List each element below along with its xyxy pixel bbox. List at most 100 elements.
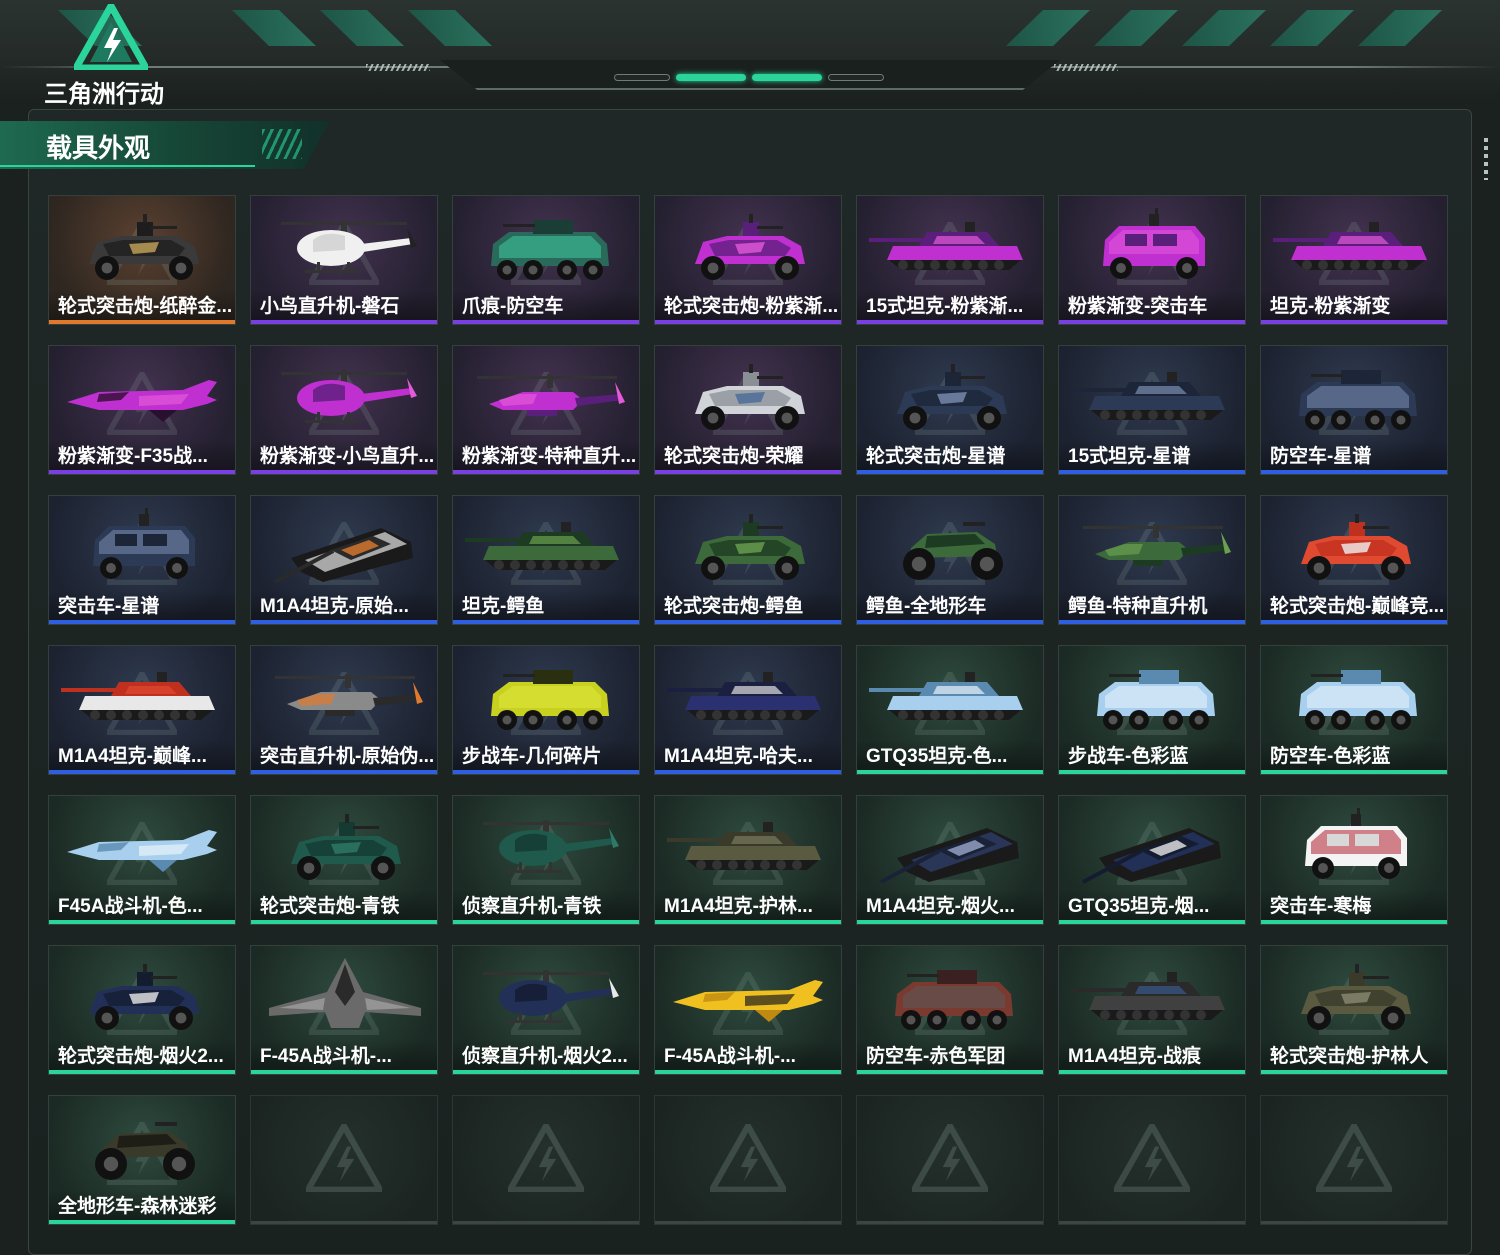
skin-card[interactable]: M1A4坦克-原始...	[250, 495, 438, 625]
skin-name: 粉紫渐变-特种直升...	[462, 446, 637, 467]
header-stripe	[1006, 10, 1090, 46]
vehicle-attack-heli-icon	[463, 352, 631, 444]
skin-name: M1A4坦克-护林...	[664, 896, 813, 917]
skin-card[interactable]: 轮式突击炮-鳄鱼	[654, 495, 842, 625]
rarity-bar	[857, 920, 1043, 924]
skin-card[interactable]: F-45A战斗机-...	[250, 945, 438, 1075]
skin-card[interactable]: 突击车-星谱	[48, 495, 236, 625]
vehicle-image	[281, 370, 417, 423]
skin-card[interactable]: M1A4坦克-哈夫...	[654, 645, 842, 775]
header-stripe	[1358, 10, 1442, 46]
rarity-bar	[251, 320, 437, 324]
skin-card[interactable]: 防空车-赤色军团	[856, 945, 1044, 1075]
delta-watermark-icon	[504, 1120, 588, 1194]
vehicle-helicopter-icon	[463, 802, 631, 894]
skin-card[interactable]: M1A4坦克-战痕	[1058, 945, 1246, 1075]
skin-card[interactable]: 轮式突击炮-巅峰竞...	[1260, 495, 1448, 625]
rarity-bar	[1261, 920, 1447, 924]
page-indicator	[614, 74, 670, 81]
vehicle-image	[61, 672, 215, 720]
skin-card[interactable]: 步战车-几何碎片	[452, 645, 640, 775]
skin-card[interactable]: 粉紫渐变-特种直升...	[452, 345, 640, 475]
skin-card[interactable]: 突击直升机-原始伪...	[250, 645, 438, 775]
vehicle-image	[695, 364, 805, 430]
header-center-plate	[440, 60, 1060, 90]
scrollbar-handle[interactable]	[1484, 138, 1488, 180]
skin-card[interactable]: 坦克-粉紫渐变	[1260, 195, 1448, 325]
logo-text: 三角洲行动	[44, 81, 164, 108]
rarity-bar	[1261, 470, 1447, 474]
vehicle-armored-car-icon	[665, 352, 833, 444]
skin-card[interactable]: 防空车-星谱	[1260, 345, 1448, 475]
skin-card[interactable]: 侦察直升机-烟火2...	[452, 945, 640, 1075]
vehicle-jet-front-icon	[261, 952, 429, 1044]
skin-card[interactable]: 轮式突击炮-护林人	[1260, 945, 1448, 1075]
vehicle-image	[1071, 372, 1225, 420]
skin-card[interactable]: 轮式突击炮-粉紫渐...	[654, 195, 842, 325]
skin-card[interactable]: 坦克-鳄鱼	[452, 495, 640, 625]
skin-card[interactable]: 爪痕-防空车	[452, 195, 640, 325]
skin-name: 粉紫渐变-突击车	[1068, 296, 1208, 317]
vehicle-armored-car-icon	[59, 952, 227, 1044]
vehicle-image	[491, 670, 609, 730]
empty-slot	[654, 1095, 842, 1225]
rarity-bar	[251, 1070, 437, 1074]
skin-card[interactable]: 轮式突击炮-纸醉金...	[48, 195, 236, 325]
vehicle-image	[477, 374, 625, 416]
skin-card[interactable]: 轮式突击炮-星谱	[856, 345, 1044, 475]
rarity-bar	[49, 620, 235, 624]
slot-bar	[1261, 1221, 1447, 1224]
skin-card[interactable]: 粉紫渐变-F35战...	[48, 345, 236, 475]
skin-card[interactable]: GTQ35坦克-烟...	[1058, 795, 1246, 925]
skin-name: M1A4坦克-烟火...	[866, 896, 1015, 917]
skin-name: F-45A战斗机-...	[260, 1046, 392, 1067]
skin-card[interactable]: 防空车-色彩蓝	[1260, 645, 1448, 775]
vehicle-image	[1071, 972, 1225, 1020]
skin-card[interactable]: M1A4坦克-烟火...	[856, 795, 1044, 925]
skin-name: 轮式突击炮-巅峰竞...	[1270, 596, 1445, 617]
skin-card[interactable]: 轮式突击炮-荣耀	[654, 345, 842, 475]
skin-card[interactable]: F-45A战斗机-...	[654, 945, 842, 1075]
skin-card[interactable]: 全地形车-森林迷彩	[48, 1095, 236, 1225]
skin-card[interactable]: 粉紫渐变-小鸟直升...	[250, 345, 438, 475]
skin-card[interactable]: 鳄鱼-全地形车	[856, 495, 1044, 625]
skin-card[interactable]: 轮式突击炮-青铁	[250, 795, 438, 925]
skin-card[interactable]: 突击车-寒梅	[1260, 795, 1448, 925]
rarity-bar	[49, 770, 235, 774]
page-indicator-active[interactable]	[676, 74, 746, 81]
skin-card[interactable]: 15式坦克-星谱	[1058, 345, 1246, 475]
page-indicator-active-2[interactable]	[752, 74, 822, 81]
skin-name: 轮式突击炮-粉紫渐...	[664, 296, 839, 317]
delta-watermark-icon	[1110, 1120, 1194, 1194]
skin-card[interactable]: M1A4坦克-巅峰...	[48, 645, 236, 775]
rarity-bar	[251, 920, 437, 924]
skin-card[interactable]: 鳄鱼-特种直升机	[1058, 495, 1246, 625]
vehicle-image	[89, 964, 199, 1030]
rarity-bar	[49, 1070, 235, 1074]
rarity-bar	[1059, 920, 1245, 924]
header-stripe	[1270, 10, 1354, 46]
vehicle-image	[869, 222, 1023, 270]
rarity-bar	[251, 470, 437, 474]
skin-name: F45A战斗机-色...	[58, 896, 203, 917]
skin-card[interactable]: F45A战斗机-色...	[48, 795, 236, 925]
skin-card[interactable]: 15式坦克-粉紫渐...	[856, 195, 1044, 325]
skin-card[interactable]: GTQ35坦克-色...	[856, 645, 1044, 775]
vehicle-apc-icon	[867, 952, 1035, 1044]
rarity-bar	[453, 320, 639, 324]
skin-card[interactable]: 轮式突击炮-烟火2...	[48, 945, 236, 1075]
vehicle-atv-icon	[867, 502, 1035, 594]
vehicle-attack-heli-icon	[261, 652, 429, 744]
skin-card[interactable]: M1A4坦克-护林...	[654, 795, 842, 925]
skin-name: 15式坦克-星谱	[1068, 446, 1191, 467]
skin-card[interactable]: 粉紫渐变-突击车	[1058, 195, 1246, 325]
skin-card[interactable]: 侦察直升机-青铁	[452, 795, 640, 925]
rarity-bar	[1059, 470, 1245, 474]
page-indicator	[828, 74, 884, 81]
skin-card[interactable]: 步战车-色彩蓝	[1058, 645, 1246, 775]
skin-card[interactable]: 小鸟直升机-磐石	[250, 195, 438, 325]
header-hatch	[1054, 64, 1118, 71]
vehicle-apc-icon	[1069, 652, 1237, 744]
skin-name: 侦察直升机-烟火2...	[462, 1046, 628, 1067]
title-tab-hatch	[262, 129, 302, 159]
